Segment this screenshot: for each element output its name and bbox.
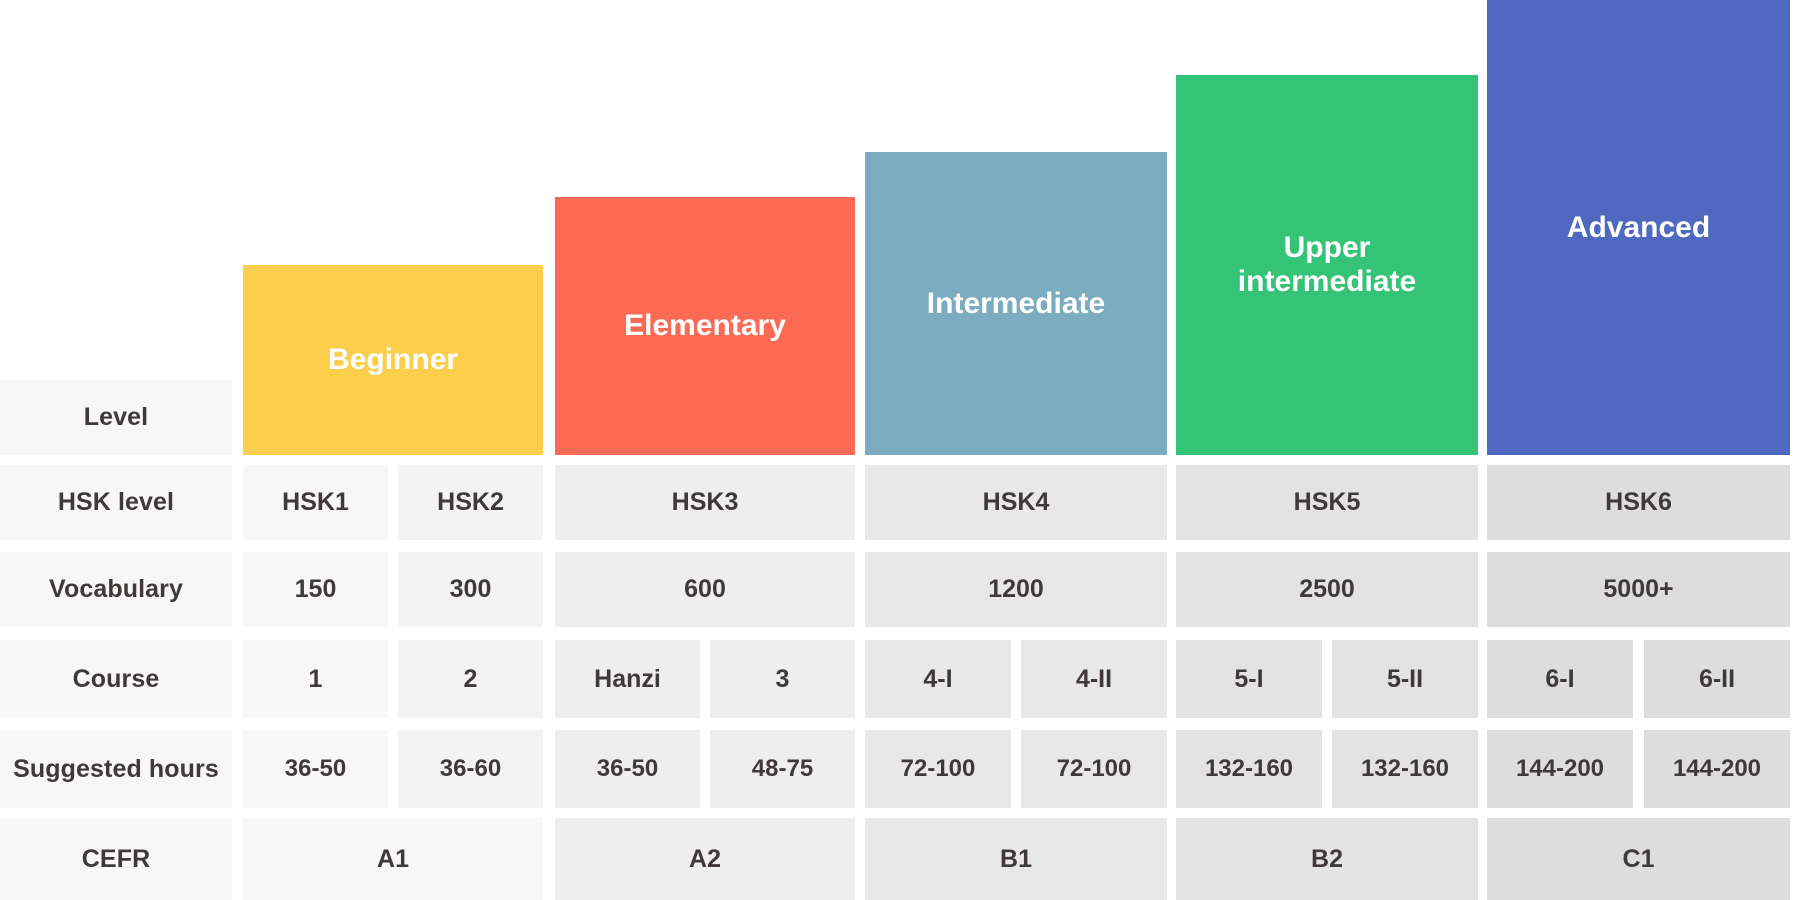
cell-text: HSK6 xyxy=(1605,488,1672,516)
cell-vocab-300: 300 xyxy=(398,552,543,627)
row-label-level-text: Level xyxy=(83,403,149,431)
cell-hours-hanzi: 36-50 xyxy=(555,730,700,808)
cell-course-6-ii: 6-II xyxy=(1644,640,1790,718)
row-label-hsk-level: HSK level xyxy=(0,465,232,540)
cell-vocab-600: 600 xyxy=(555,552,855,627)
cell-text: B2 xyxy=(1311,844,1343,873)
bar-label-elementary: Elementary xyxy=(624,309,786,343)
cell-hours-6-i: 144-200 xyxy=(1487,730,1633,808)
cell-text: 150 xyxy=(294,575,337,603)
cell-hsk-hsk5: HSK5 xyxy=(1176,465,1478,540)
cell-text: 36-50 xyxy=(284,755,347,782)
cell-vocab-1200: 1200 xyxy=(865,552,1167,627)
cell-cefr-b2: B2 xyxy=(1176,818,1478,900)
cell-text: 5-II xyxy=(1386,664,1424,693)
cell-course-6-i: 6-I xyxy=(1487,640,1633,718)
cell-text: 300 xyxy=(449,575,492,603)
cell-text: 144-200 xyxy=(1515,755,1605,782)
cell-text: 48-75 xyxy=(751,755,814,782)
cell-cefr-c1: C1 xyxy=(1487,818,1790,900)
cell-text: B1 xyxy=(1000,844,1032,873)
cell-course-4-ii: 4-II xyxy=(1021,640,1167,718)
bar-beginner: Beginner xyxy=(243,265,543,455)
cell-cefr-a1: A1 xyxy=(243,818,543,900)
row-label-cefr: CEFR xyxy=(0,818,232,900)
cell-hours-4-i: 72-100 xyxy=(865,730,1011,808)
cell-vocab-5000: 5000+ xyxy=(1487,552,1790,627)
cell-text: 2 xyxy=(463,664,478,693)
cell-text: 5000+ xyxy=(1603,575,1674,603)
bar-elementary: Elementary xyxy=(555,197,855,455)
cell-text: 72-100 xyxy=(900,755,976,782)
row-label-hsk-level-text: HSK level xyxy=(57,488,175,516)
cell-hours-5-ii: 132-160 xyxy=(1332,730,1478,808)
cell-text: 6-II xyxy=(1698,664,1736,693)
hsk-level-chart: Beginner Elementary Intermediate Upper i… xyxy=(0,0,1800,900)
row-label-cefr-text: CEFR xyxy=(81,844,151,873)
cell-text: A1 xyxy=(377,844,409,873)
cell-text: 72-100 xyxy=(1056,755,1132,782)
bar-intermediate: Intermediate xyxy=(865,152,1167,455)
cell-hsk-hsk3: HSK3 xyxy=(555,465,855,540)
bar-advanced: Advanced xyxy=(1487,0,1790,455)
cell-text: 4-I xyxy=(923,664,953,693)
cell-course-4-i: 4-I xyxy=(865,640,1011,718)
bar-label-intermediate: Intermediate xyxy=(926,286,1106,320)
row-label-vocabulary: Vocabulary xyxy=(0,552,232,627)
cell-text: 4-II xyxy=(1075,664,1113,693)
cell-hours-2: 36-60 xyxy=(398,730,543,808)
cell-text: HSK4 xyxy=(982,488,1050,516)
cell-text: 144-200 xyxy=(1672,755,1762,782)
cell-vocab-150: 150 xyxy=(243,552,388,627)
cell-course-2: 2 xyxy=(398,640,543,718)
cell-text: HSK3 xyxy=(671,488,739,516)
cell-text: 36-60 xyxy=(439,755,502,782)
cell-cefr-a2: A2 xyxy=(555,818,855,900)
cell-hsk-hsk1: HSK1 xyxy=(243,465,388,540)
row-label-vocabulary-text: Vocabulary xyxy=(49,575,183,603)
bar-upper-intermediate: Upper intermediate xyxy=(1176,75,1478,455)
cell-text: A2 xyxy=(689,844,721,873)
row-label-course-text: Course xyxy=(72,664,160,693)
cell-text: 132-160 xyxy=(1360,755,1450,782)
row-label-level: Level xyxy=(0,380,232,455)
cell-text: 6-I xyxy=(1545,664,1575,693)
cell-text: 36-50 xyxy=(596,755,659,782)
cell-text: 2500 xyxy=(1299,575,1355,603)
cell-hours-4-ii: 72-100 xyxy=(1021,730,1167,808)
cell-hours-6-ii: 144-200 xyxy=(1644,730,1790,808)
cell-text: 132-160 xyxy=(1204,755,1294,782)
cell-text: 1 xyxy=(308,664,323,693)
cell-text: HSK1 xyxy=(282,488,349,516)
row-label-suggested-hours: Suggested hours xyxy=(0,730,232,808)
cell-course-3: 3 xyxy=(710,640,855,718)
cell-text: C1 xyxy=(1622,844,1655,873)
cell-text: 600 xyxy=(684,575,726,603)
cell-hsk-hsk6: HSK6 xyxy=(1487,465,1790,540)
cell-cefr-b1: B1 xyxy=(865,818,1167,900)
cell-course-hanzi: Hanzi xyxy=(555,640,700,718)
cell-text: 1200 xyxy=(988,575,1044,603)
cell-course-5-ii: 5-II xyxy=(1332,640,1478,718)
cell-text: 3 xyxy=(775,664,790,693)
bar-label-beginner: Beginner xyxy=(327,343,459,377)
cell-text: HSK2 xyxy=(437,488,504,516)
cell-hours-3: 48-75 xyxy=(710,730,855,808)
cell-text: Hanzi xyxy=(594,664,661,693)
cell-course-5-i: 5-I xyxy=(1176,640,1322,718)
cell-hours-1: 36-50 xyxy=(243,730,388,808)
cell-vocab-2500: 2500 xyxy=(1176,552,1478,627)
bar-label-advanced: Advanced xyxy=(1566,210,1711,244)
row-label-course: Course xyxy=(0,640,232,718)
cell-hsk-hsk4: HSK4 xyxy=(865,465,1167,540)
cell-course-1: 1 xyxy=(243,640,388,718)
cell-hsk-hsk2: HSK2 xyxy=(398,465,543,540)
cell-text: 5-I xyxy=(1234,664,1264,693)
cell-hours-5-i: 132-160 xyxy=(1176,730,1322,808)
cell-text: HSK5 xyxy=(1293,488,1361,516)
bar-label-upper-intermediate: Upper intermediate xyxy=(1237,231,1417,298)
row-label-suggested-hours-text: Suggested hours xyxy=(13,754,219,783)
